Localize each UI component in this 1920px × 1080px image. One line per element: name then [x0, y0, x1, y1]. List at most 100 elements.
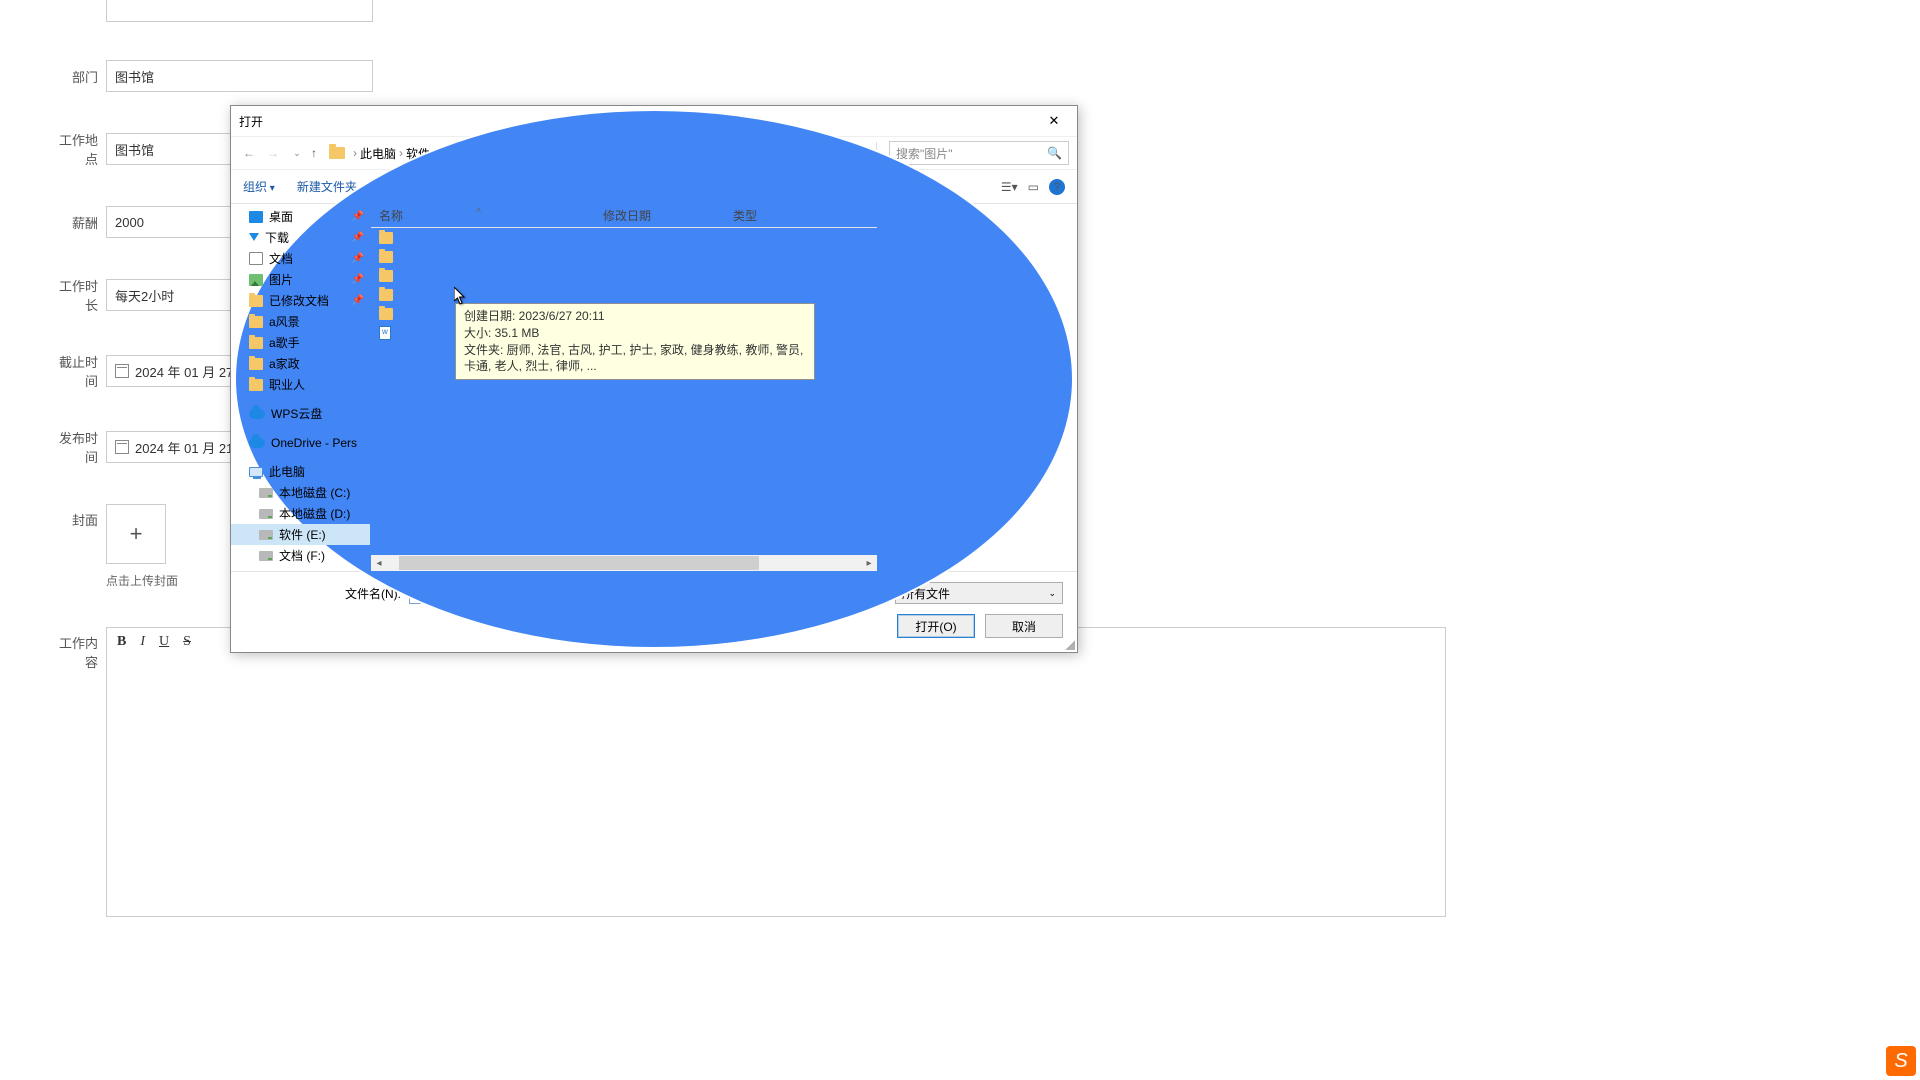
strike-button[interactable]: S	[183, 634, 191, 650]
tree-item[interactable]: 下载 📌	[231, 227, 370, 248]
scroll-thumb[interactable]	[399, 556, 759, 570]
tree-item-label: WPS云盘	[271, 405, 322, 422]
tooltip-line-1: 创建日期: 2023/6/27 20:11	[464, 308, 806, 325]
input-dept-value: 图书馆	[115, 67, 154, 86]
dl-icon	[249, 233, 259, 246]
scroll-track[interactable]	[387, 555, 861, 571]
label-pubtime: 发布时间	[48, 428, 98, 466]
tree-item-label: a歌手	[269, 334, 300, 351]
search-icon: 🔍	[1047, 146, 1062, 160]
tree-item[interactable]: a歌手	[231, 332, 370, 353]
folder-tooltip: 创建日期: 2023/6/27 20:11 大小: 35.1 MB 文件夹: 厨…	[455, 303, 815, 380]
search-input[interactable]: 搜索"图片" 🔍	[889, 141, 1069, 165]
pin-icon: 📌	[352, 295, 364, 306]
desktop-icon	[249, 211, 263, 223]
label-salary: 薪酬	[48, 213, 98, 232]
pin-icon: 📌	[352, 253, 364, 264]
organize-menu[interactable]: 组织	[243, 178, 275, 195]
disk-icon	[259, 509, 273, 519]
chevron-right-icon: ›	[353, 146, 357, 160]
tree-item-label: a家政	[269, 355, 300, 372]
close-button[interactable]: ✕	[1039, 110, 1069, 132]
up-button[interactable]: ↑	[311, 146, 317, 160]
new-folder-button[interactable]: 新建文件夹	[297, 178, 357, 195]
input-deadline-value: 2024 年 01 月 27	[135, 362, 233, 381]
sort-indicator-icon: ˄	[476, 205, 481, 215]
preview-pane-button[interactable]: ▭	[1028, 180, 1039, 194]
folder-icon	[249, 358, 263, 370]
label-cover: 封面	[48, 510, 98, 529]
file-list-header[interactable]: 名称 ˄ 修改日期 类型	[371, 204, 877, 228]
tree-item[interactable]: 职业人	[231, 374, 370, 395]
tree-item-label: 文档 (F:)	[279, 547, 325, 564]
cancel-button[interactable]: 取消	[985, 614, 1063, 638]
input-worktime-value: 每天2小时	[115, 286, 174, 305]
folder-icon	[249, 316, 263, 328]
tree-item-label: a风景	[269, 313, 300, 330]
tree-item[interactable]: 桌面📌	[231, 206, 370, 227]
tree-item[interactable]: 本地磁盘 (D:)	[231, 503, 370, 524]
tree-item[interactable]: 软件 (E:)	[231, 524, 370, 545]
tree-item[interactable]: OneDrive - Pers	[231, 432, 370, 453]
crumb-0[interactable]: 此电脑	[360, 145, 396, 162]
disk-icon	[259, 530, 273, 540]
rich-text-editor[interactable]: B I U S	[106, 627, 1446, 917]
cloud-icon	[249, 409, 265, 419]
dialog-title: 打开	[239, 113, 263, 130]
doc-icon	[249, 252, 263, 265]
cover-upload-button[interactable]: +	[106, 504, 166, 564]
bold-button[interactable]: B	[117, 634, 126, 650]
tree-item-label: 已修改文档	[269, 292, 329, 309]
tree-item[interactable]: a家政	[231, 353, 370, 374]
folder-icon	[379, 251, 393, 263]
tree-item-label: 图片	[269, 271, 293, 288]
underline-button[interactable]: U	[159, 634, 169, 650]
resize-grip[interactable]	[1063, 638, 1075, 650]
col-type[interactable]: 类型	[733, 207, 813, 224]
tree-item-label: 下载	[265, 229, 289, 246]
open-button[interactable]: 打开(O)	[897, 614, 975, 638]
tree-item[interactable]: 文档 📌	[231, 248, 370, 269]
dialog-titlebar: 打开 ✕	[231, 106, 1077, 136]
help-icon[interactable]: ?	[1049, 179, 1065, 195]
italic-button[interactable]: I	[140, 634, 145, 650]
tree-item[interactable]: 图片📌	[231, 269, 370, 290]
tree-item[interactable]: 本地磁盘 (C:)	[231, 482, 370, 503]
col-name[interactable]: 名称 ˄	[371, 207, 603, 224]
cancel-button-label: 取消	[1012, 618, 1036, 635]
tree-item-label: 文档	[269, 250, 293, 267]
folder-icon	[249, 295, 263, 307]
folder-icon	[249, 379, 263, 391]
input-blank[interactable]	[106, 0, 373, 22]
tree-item-label: 本地磁盘 (C:)	[279, 484, 350, 501]
pic-icon	[249, 274, 263, 286]
recent-dropdown[interactable]: ⌄	[287, 148, 307, 159]
forward-button[interactable]: →	[263, 146, 283, 160]
col-date[interactable]: 修改日期	[603, 207, 733, 224]
scroll-left-icon[interactable]: ◂	[371, 558, 387, 569]
label-content: 工作内容	[48, 633, 98, 671]
tree-item-label: 职业人	[269, 376, 305, 393]
scroll-right-icon[interactable]: ▸	[861, 558, 877, 569]
tree-item[interactable]: a风景	[231, 311, 370, 332]
ime-label: S	[1894, 1050, 1907, 1073]
tree-item[interactable]: 已修改文档 📌	[231, 290, 370, 311]
disk-icon	[259, 488, 273, 498]
col-name-label: 名称	[379, 209, 403, 223]
ime-tray-icon[interactable]: S	[1886, 1046, 1916, 1076]
row-dept: 部门 图书馆	[48, 60, 1448, 92]
horizontal-scrollbar[interactable]: ◂ ▸	[371, 555, 877, 571]
tree-item[interactable]: WPS云盘	[231, 403, 370, 424]
input-dept[interactable]: 图书馆	[106, 60, 373, 92]
row-hidden-top	[48, 0, 1448, 22]
nav-tree[interactable]: 桌面📌 下载 📌 文档 📌 图片📌 已修改文档 📌 a风景 a歌手 a家政职业人 WPS云盘 OneDr…	[231, 204, 371, 571]
label-worktime: 工作时长	[48, 276, 98, 314]
tree-item[interactable]: 此电脑	[231, 461, 370, 482]
view-mode-button[interactable]: ☰▾	[1001, 180, 1018, 194]
chevron-right-icon: ›	[399, 146, 403, 160]
row-content: 工作内容 B I U S	[48, 627, 1448, 917]
pin-icon: 📌	[352, 232, 364, 243]
tree-item[interactable]: 文档 (F:)	[231, 545, 370, 566]
back-button[interactable]: ←	[239, 146, 259, 160]
tooltip-line-3: 文件夹: 厨师, 法官, 古风, 护工, 护士, 家政, 健身教练, 教师, 警…	[464, 342, 806, 376]
